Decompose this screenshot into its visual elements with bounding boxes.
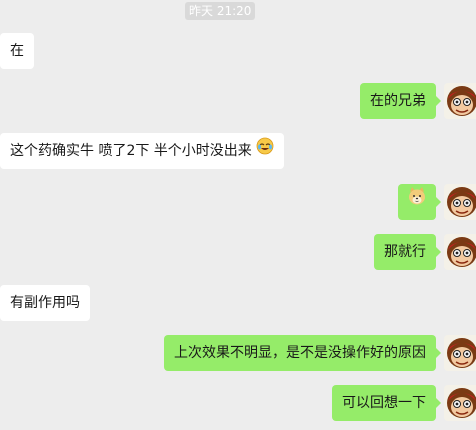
message-bubble-outgoing[interactable] [398,184,441,220]
message-text: 有副作用吗 [10,295,80,311]
user-avatar[interactable] [444,335,476,371]
message-text: 在 [10,43,24,59]
chat-window: 昨天 21:20 在 在的兄弟 这个药确实牛 喷了2下 半个小时没出来 那就行 … [0,0,476,430]
message-bubble-outgoing[interactable]: 可以回想一下 [332,385,441,421]
message-text: 上次效果不明显，是不是没操作好的原因 [174,345,426,361]
message-bubble-outgoing[interactable]: 在的兄弟 [360,83,441,119]
message-bubble-incoming[interactable]: 有副作用吗 [0,285,90,321]
user-avatar[interactable] [444,385,476,421]
message-bubble-incoming[interactable]: 在 [0,33,34,69]
message-bubble-outgoing[interactable]: 上次效果不明显，是不是没操作好的原因 [164,335,441,371]
laugh-cry-emoji-icon [256,133,274,169]
message-text: 那就行 [384,244,426,260]
message-text: 可以回想一下 [342,395,426,411]
dog-emoji-icon [407,184,427,220]
message-bubble-incoming[interactable]: 这个药确实牛 喷了2下 半个小时没出来 [0,133,285,169]
message-text: 在的兄弟 [370,93,426,109]
user-avatar[interactable] [444,83,476,119]
message-bubble-outgoing[interactable]: 那就行 [374,234,441,270]
message-timestamp: 昨天 21:20 [185,2,256,20]
user-avatar[interactable] [444,234,476,270]
user-avatar[interactable] [444,184,476,220]
message-text: 这个药确实牛 喷了2下 半个小时没出来 [10,143,252,159]
